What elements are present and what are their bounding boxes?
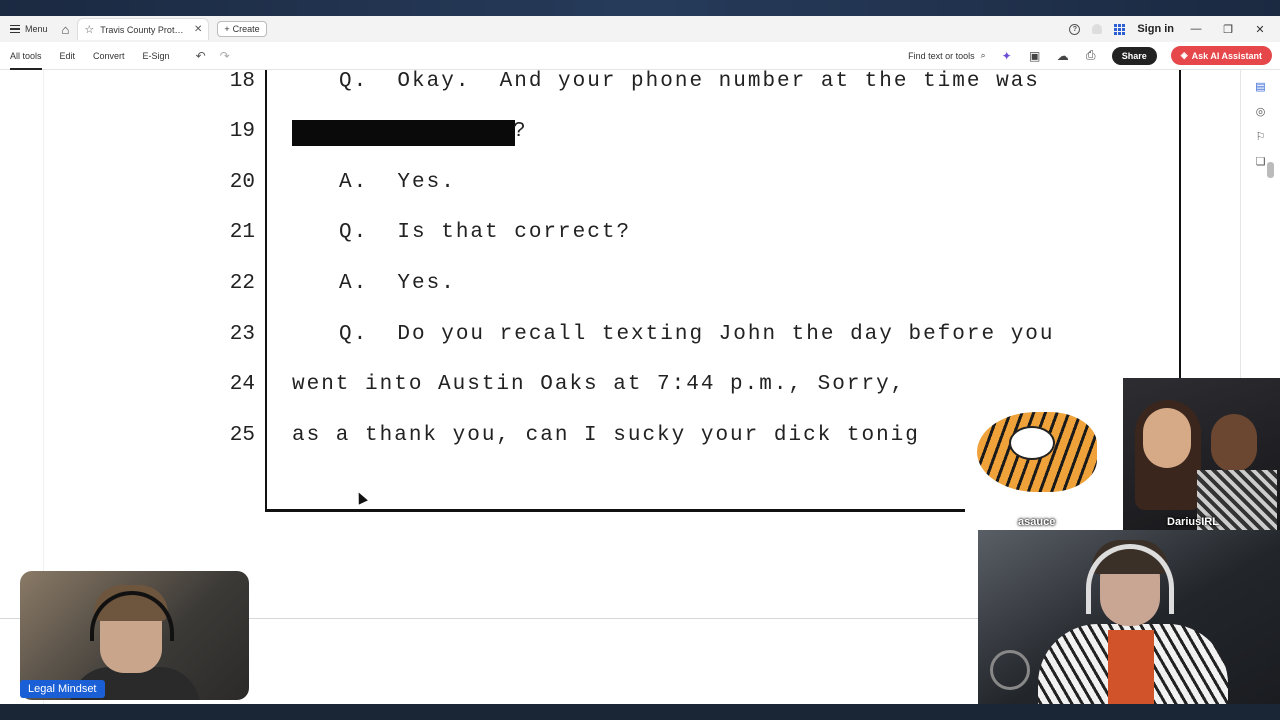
help-icon[interactable]: ? <box>1069 23 1081 35</box>
restore-icon[interactable]: ❐ <box>1218 23 1238 36</box>
menu-label: Menu <box>25 24 48 34</box>
line-text-19: ? <box>513 120 528 143</box>
line-text-20: A. Yes. <box>339 171 456 194</box>
redo-icon[interactable]: ↷ <box>220 49 230 63</box>
sign-in-button[interactable]: Sign in <box>1137 23 1174 35</box>
share-button[interactable]: Share <box>1111 46 1157 65</box>
line-number-25: 25 <box>229 424 255 447</box>
tab-e-sign[interactable]: E-Sign <box>143 42 170 70</box>
save-icon[interactable]: ▣ <box>1028 49 1042 63</box>
right-tool-rail: ▤ ◎ ⚐ ❏ <box>1240 70 1280 380</box>
ai-chat-icon[interactable]: ◎ <box>1256 105 1266 118</box>
print-icon[interactable]: ⎙ <box>1084 48 1098 63</box>
line-number-19: 19 <box>229 120 255 143</box>
line-text-22: A. Yes. <box>339 272 456 295</box>
acrobat-toolbar: All tools Edit Convert E-Sign ↶ ↷ Find t… <box>0 42 1280 70</box>
line-number-23: 23 <box>229 323 255 346</box>
line-text-18: Q. Okay. And your phone number at the ti… <box>339 70 1040 93</box>
document-tab[interactable]: ☆ Travis County Protective ... ✕ <box>77 18 210 40</box>
ai-assistant-icon: ◈ <box>1180 50 1188 60</box>
home-icon[interactable]: ⌂ <box>62 22 70 37</box>
star-icon[interactable]: ☆ <box>84 23 94 36</box>
ask-ai-assistant-button[interactable]: ◈ Ask AI Assistant <box>1170 46 1272 65</box>
find-label: Find text or tools <box>908 50 975 61</box>
guest-b-label: DariusIRL <box>1167 516 1219 528</box>
stream-background-top <box>0 0 1280 16</box>
ai-sparkle-icon[interactable]: ✦ <box>1000 49 1014 63</box>
guest-a-webcam <box>965 378 1123 530</box>
search-icon: ⌕ <box>980 50 986 60</box>
upload-cloud-icon[interactable]: ☁ <box>1056 49 1070 63</box>
tab-title: Travis County Protective ... <box>100 24 188 35</box>
undo-icon[interactable]: ↶ <box>196 49 206 63</box>
browser-tab-bar: Menu ⌂ ☆ Travis County Protective ... ✕ … <box>0 16 1280 42</box>
line-text-24: went into Austin Oaks at 7:44 p.m., Sorr… <box>292 373 906 396</box>
host-name-tag: Legal Mindset <box>20 680 105 698</box>
find-text-or-tools[interactable]: Find text or tools ⌕ <box>908 50 986 61</box>
minimize-icon[interactable]: — <box>1186 23 1206 35</box>
line-text-21: Q. Is that correct? <box>339 221 632 244</box>
line-text-23: Q. Do you recall texting John the day be… <box>339 323 1055 346</box>
create-button[interactable]: + Create <box>217 21 267 37</box>
line-number-18: 18 <box>229 70 255 93</box>
create-label: Create <box>232 24 260 34</box>
line-number-24: 24 <box>229 373 255 396</box>
notifications-icon[interactable] <box>1092 24 1103 34</box>
scrollbar-thumb[interactable] <box>1267 162 1274 178</box>
plus-icon: + <box>224 24 230 34</box>
close-window-icon[interactable]: ✕ <box>1250 23 1270 36</box>
bookmark-icon[interactable]: ⚐ <box>1256 130 1266 143</box>
comment-panel-icon[interactable]: ▤ <box>1255 80 1265 93</box>
pages-icon[interactable]: ❏ <box>1256 155 1266 168</box>
line-text-25: as a thank you, can I sucky your dick to… <box>292 424 920 447</box>
tab-edit[interactable]: Edit <box>60 42 76 70</box>
stream-background-bottom <box>0 704 1280 720</box>
apps-grid-icon[interactable] <box>1114 23 1126 35</box>
tab-convert[interactable]: Convert <box>93 42 125 70</box>
tab-all-tools[interactable]: All tools <box>10 42 42 70</box>
hamburger-icon <box>10 25 20 33</box>
redaction-box <box>292 120 515 146</box>
ai-assistant-label: Ask AI Assistant <box>1191 50 1262 61</box>
streamer-webcam <box>978 530 1280 704</box>
guest-a-label: asauce <box>1018 516 1056 528</box>
close-tab-icon[interactable]: ✕ <box>194 24 202 35</box>
line-number-20: 20 <box>229 171 255 194</box>
line-number-21: 21 <box>229 221 255 244</box>
line-number-22: 22 <box>229 272 255 295</box>
menu-button[interactable]: Menu <box>10 24 48 34</box>
guest-b-webcam <box>1123 378 1280 530</box>
